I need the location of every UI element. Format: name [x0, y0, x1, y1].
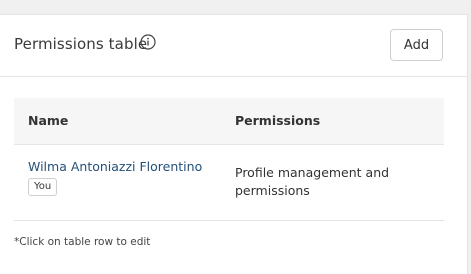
column-header-name: Name — [28, 113, 69, 128]
add-button[interactable]: Add — [390, 29, 443, 61]
table-header: Name Permissions — [14, 98, 444, 145]
edit-hint: *Click on table row to edit — [14, 236, 151, 248]
permissions-table: Name Permissions Wilma Antoniazzi Floren… — [14, 98, 444, 221]
permissions-cell: Profile management and permissions — [235, 165, 390, 198]
permissions-card: Permissions table Add Name Permissions W… — [0, 14, 468, 274]
table-row[interactable]: Wilma Antoniazzi Florentino You Profile … — [14, 145, 444, 219]
page-title: Permissions table — [14, 35, 148, 53]
card-header: Permissions table Add — [0, 15, 467, 77]
you-badge: You — [28, 178, 58, 196]
info-icon[interactable] — [140, 34, 156, 50]
user-name-link[interactable]: Wilma Antoniazzi Florentino — [28, 159, 202, 174]
column-header-permissions: Permissions — [235, 113, 321, 128]
